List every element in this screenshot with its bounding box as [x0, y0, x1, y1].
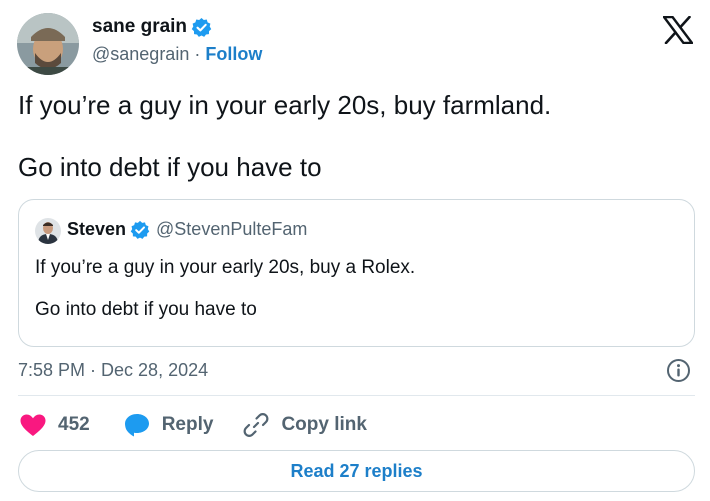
follow-button[interactable]: Follow [205, 44, 262, 64]
author-name[interactable]: sane grain [92, 16, 187, 38]
quoted-tweet-card[interactable]: Steven @StevenPulteFam If you’re a guy i… [18, 199, 695, 347]
author-name-row: sane grain [92, 13, 262, 41]
copy-link-label: Copy link [281, 414, 367, 435]
quoted-author: Steven @StevenPulteFam [67, 219, 307, 240]
heart-icon [20, 414, 46, 436]
handle-separator: · [189, 44, 206, 64]
tweet-text: If you’re a guy in your early 20s, buy f… [18, 88, 688, 184]
quoted-author-handle[interactable]: @StevenPulteFam [156, 219, 307, 240]
quoted-tweet-line: If you’re a guy in your early 20s, buy a… [35, 257, 416, 278]
copy-link-button[interactable]: Copy link [243, 412, 367, 438]
verified-badge-icon [130, 220, 150, 239]
tweet-line: Go into debt if you have to [18, 152, 322, 182]
tweet-timestamp[interactable]: 7:58 PM · Dec 28, 2024 [18, 360, 208, 381]
like-count: 452 [58, 414, 90, 435]
quoted-tweet-line: Go into debt if you have to [35, 299, 257, 320]
author-handle-row: @sanegrain · Follow [92, 44, 262, 65]
divider [18, 395, 695, 396]
like-button[interactable]: 452 [20, 414, 90, 437]
reply-button[interactable]: Reply [124, 413, 214, 437]
verified-badge-icon [191, 17, 212, 37]
tweet-line: If you’re a guy in your early 20s, buy f… [18, 90, 552, 120]
read-replies-button[interactable]: Read 27 replies [18, 450, 695, 492]
author-avatar[interactable] [17, 13, 79, 75]
quoted-author-avatar[interactable] [35, 218, 61, 244]
quoted-author-name[interactable]: Steven [67, 219, 126, 240]
quoted-tweet-text: If you’re a guy in your early 20s, buy a… [35, 256, 415, 322]
link-icon [244, 413, 269, 437]
author-handle[interactable]: @sanegrain [92, 44, 189, 64]
info-icon[interactable] [666, 358, 691, 383]
reply-bubble-icon [124, 414, 149, 437]
tweet-actions: 452 Reply Copy link [20, 410, 367, 440]
x-logo-icon[interactable] [663, 16, 693, 44]
tweet-author: sane grain @sanegrain · Follow [92, 13, 262, 65]
reply-label: Reply [161, 414, 214, 435]
